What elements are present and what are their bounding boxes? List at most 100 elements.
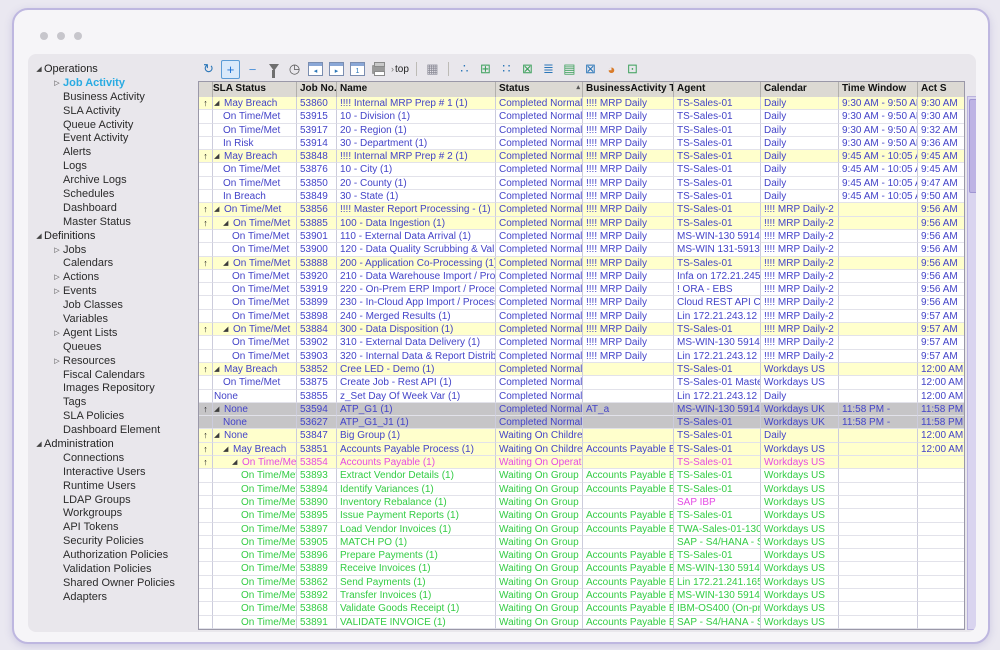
expand-collapse-triangle-icon[interactable]: ◢ [223,443,233,455]
table-row[interactable]: On Time/Met5391510 - Division (1)Complet… [199,110,964,123]
sidebar-item-dashboard-element[interactable]: Dashboard Element [32,423,197,437]
column-header-status[interactable]: Status▴ [496,82,583,97]
table-row[interactable]: On Time/Met53893Extract Vendor Details (… [199,469,964,482]
expand-collapse-triangle-icon[interactable]: ◢ [223,323,233,335]
collapsed-triangle-icon[interactable]: ▷ [52,329,62,337]
sidebar-item-ldap-groups[interactable]: LDAP Groups [32,493,197,507]
calendar-next-icon[interactable]: ▸ [328,61,345,78]
grid-view-icon[interactable]: ▦ [424,61,441,78]
sidebar-item-agent-lists[interactable]: ▷Agent Lists [32,326,197,340]
sidebar-item-interactive-users[interactable]: Interactive Users [32,465,197,479]
column-header-sla[interactable]: SLA Status [213,82,297,97]
sidebar-item-archive-logs[interactable]: Archive Logs [32,173,197,187]
table-row[interactable]: On Time/Met53889Receive Invoices (1)Wait… [199,562,964,575]
table-row[interactable]: On Time/Met53894Identify Variances (1)Wa… [199,483,964,496]
table-row[interactable]: On Time/Met53891VALIDATE INVOICE (1)Wait… [199,616,964,629]
layers-view-icon[interactable]: ≣ [540,61,557,78]
table-row[interactable]: ↑◢On Time/Met53854Accounts Payable (1)Wa… [199,456,964,469]
sidebar-item-actions[interactable]: ▷Actions [32,270,197,284]
table-row[interactable]: On Time/Met53920210 - Data Warehouse Imp… [199,270,964,283]
calendar-prev-icon[interactable]: ◂ [307,61,324,78]
table-row[interactable]: In Risk5391430 - Department (1)Completed… [199,137,964,150]
table-row[interactable]: On Time/Met53897Load Vendor Invoices (1)… [199,523,964,536]
collapsed-triangle-icon[interactable]: ▷ [52,357,62,365]
expand-collapse-triangle-icon[interactable]: ◢ [214,203,224,215]
sidebar-item-event-activity[interactable]: Event Activity [32,131,197,145]
top-link[interactable]: ›top [391,64,409,75]
column-header-act[interactable]: Act S [918,82,965,97]
table-row[interactable]: ↑◢None53594ATP_G1 (1)Completed NormallyA… [199,403,964,416]
sidebar-item-dashboard[interactable]: Dashboard [32,201,197,215]
table-row[interactable]: On Time/Met53875Create Job - Rest API (1… [199,376,964,389]
table-row[interactable]: On Time/Met53899230 - In-Cloud App Impor… [199,296,964,309]
sidebar-item-job-classes[interactable]: Job Classes [32,298,197,312]
sidebar-item-calendars[interactable]: Calendars [32,256,197,270]
table-row[interactable]: On Time/Met5391720 - Region (1)Completed… [199,124,964,137]
tree-section-operations[interactable]: ◢Operations [32,62,197,76]
sidebar-item-sla-activity[interactable]: SLA Activity [32,104,197,118]
vertical-scrollbar[interactable] [967,96,976,630]
table-row[interactable]: ↑◢May Breach53851Accounts Payable Proces… [199,443,964,456]
column-header-name[interactable]: Name [337,82,496,97]
sidebar-item-adapters[interactable]: Adapters [32,590,197,604]
expanded-triangle-icon[interactable]: ◢ [34,65,44,73]
table-row[interactable]: None53855z_Set Day Of Week Var (1)Comple… [199,390,964,403]
sidebar-item-business-activity[interactable]: Business Activity [32,90,197,104]
table-row[interactable]: On Time/Met53868Validate Goods Receipt (… [199,602,964,615]
table-row[interactable]: ↑◢On Time/Met53856!!!! Master Report Pro… [199,203,964,216]
window-dot-2[interactable] [57,32,65,40]
tree-section-administration[interactable]: ◢Administration [32,437,197,451]
table-row[interactable]: On Time/Met53903320 - Internal Data & Re… [199,350,964,363]
table-row[interactable]: On Time/Met53896Prepare Payments (1)Wait… [199,549,964,562]
filter-icon[interactable] [265,61,282,78]
sidebar-item-sla-policies[interactable]: SLA Policies [32,409,197,423]
sidebar-item-schedules[interactable]: Schedules [32,187,197,201]
table-row[interactable]: On Time/Met53862Send Payments (1)Waiting… [199,576,964,589]
hierarchy-view-icon[interactable]: ∴ [456,61,473,78]
add-button[interactable]: + [221,60,240,79]
remove-button[interactable]: − [244,61,261,78]
column-header-job[interactable]: Job No. [297,82,337,97]
sidebar-item-images-repository[interactable]: Images Repository [32,381,197,395]
table-row[interactable]: On Time/Met53895Issue Payment Reports (1… [199,509,964,522]
collapsed-triangle-icon[interactable]: ▷ [52,246,62,254]
table-row[interactable]: ↑◢None53847Big Group (1)Waiting On Child… [199,429,964,442]
sidebar-item-variables[interactable]: Variables [32,312,197,326]
table-row[interactable]: On Time/Met53898240 - Merged Results (1)… [199,310,964,323]
table-row[interactable]: On Time/Met53901110 - External Data Arri… [199,230,964,243]
table-row[interactable]: On Time/Met5387610 - City (1)Completed N… [199,163,964,176]
print-icon[interactable] [370,61,387,78]
expand-collapse-triangle-icon[interactable]: ◢ [214,363,224,375]
table-row[interactable]: None53627ATP_G1_J1 (1)Completed Normally… [199,416,964,429]
table-row[interactable]: On Time/Met53919220 - On-Prem ERP Import… [199,283,964,296]
sidebar-item-fiscal-calendars[interactable]: Fiscal Calendars [32,368,197,382]
scrollbar-thumb[interactable] [969,99,976,193]
sidebar-item-validation-policies[interactable]: Validation Policies [32,562,197,576]
collapsed-triangle-icon[interactable]: ▷ [52,273,62,281]
table-row[interactable]: ↑◢On Time/Met53888200 - Application Co-P… [199,257,964,270]
sidebar-item-authorization-policies[interactable]: Authorization Policies [32,548,197,562]
expanded-triangle-icon[interactable]: ◢ [34,440,44,448]
sidebar-item-job-activity[interactable]: ▷Job Activity [32,76,197,90]
column-header-agent[interactable]: Agent [674,82,761,97]
expand-collapse-triangle-icon[interactable]: ◢ [214,429,224,441]
table-row[interactable]: ↑◢May Breach53848!!!! Internal MRP Prep … [199,150,964,163]
table-row[interactable]: ↑◢May Breach53860!!!! Internal MRP Prep … [199,97,964,110]
tree-section-definitions[interactable]: ◢Definitions [32,229,197,243]
sidebar-item-resources[interactable]: ▷Resources [32,354,197,368]
sidebar-item-security-policies[interactable]: Security Policies [32,534,197,548]
expand-collapse-triangle-icon[interactable]: ◢ [214,150,224,162]
refresh-icon[interactable]: ↻ [200,61,217,78]
sidebar-item-master-status[interactable]: Master Status [32,215,197,229]
table-row[interactable]: In Breach5384930 - State (1)Completed No… [199,190,964,203]
dots-view-icon[interactable]: ∷ [498,61,515,78]
expanded-triangle-icon[interactable]: ◢ [34,232,44,240]
column-header-arrow[interactable] [199,82,213,97]
sidebar-item-queues[interactable]: Queues [32,340,197,354]
expand-collapse-triangle-icon[interactable]: ◢ [232,456,242,468]
column-header-tw[interactable]: Time Window [839,82,918,97]
expand-collapse-triangle-icon[interactable]: ◢ [223,257,233,269]
sidebar-item-alerts[interactable]: Alerts [32,145,197,159]
table-row[interactable]: On Time/Met53890Inventory Rebalance (1)W… [199,496,964,509]
expand-view-icon[interactable]: ⊠ [582,61,599,78]
